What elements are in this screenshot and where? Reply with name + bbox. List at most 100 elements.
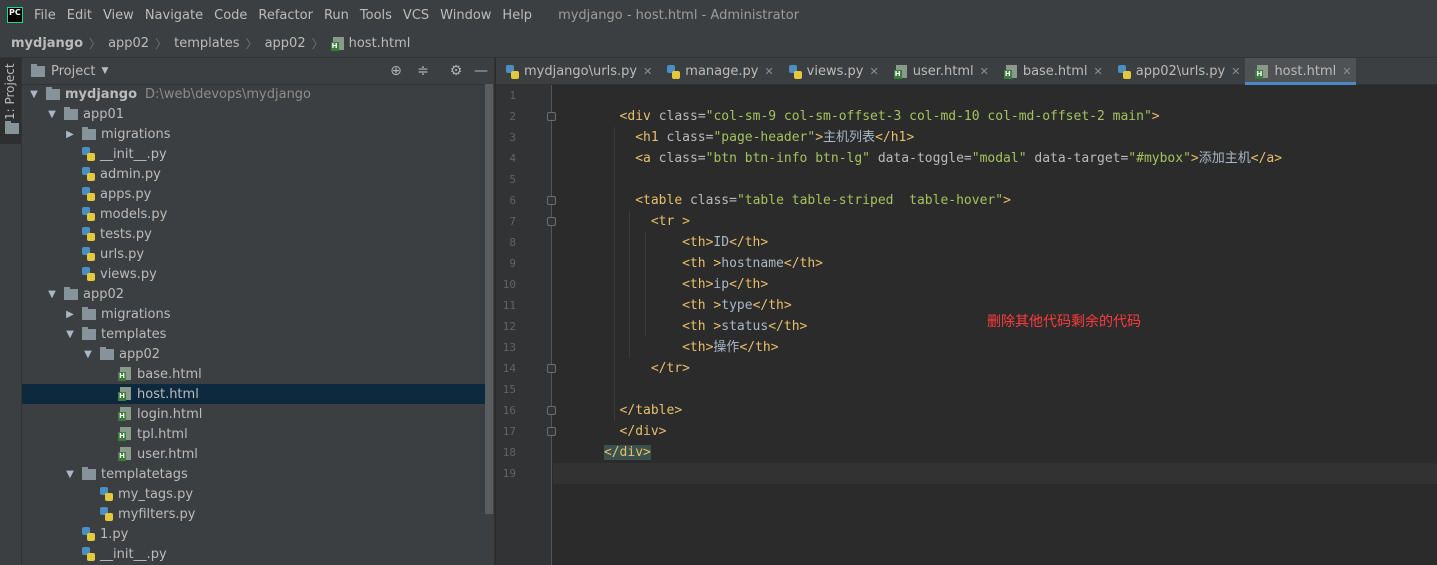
chevron-down-icon[interactable]: ▼: [28, 89, 40, 100]
code-line[interactable]: [553, 379, 1437, 400]
tree-item[interactable]: ▼ app02: [22, 344, 485, 364]
hide-panel-icon[interactable]: —: [473, 63, 489, 79]
gear-icon[interactable]: ⚙: [448, 63, 464, 79]
tree-item[interactable]: my_tags.py: [22, 484, 485, 504]
code-area[interactable]: </div> </div> </table> </tr> <th>操作</th> <th …: [553, 85, 1437, 565]
menu-code[interactable]: Code: [214, 8, 247, 23]
tree-item-label: templatetags: [101, 466, 188, 482]
code-line[interactable]: </table>: [553, 400, 1437, 421]
code-editor[interactable]: 1 2 3 4 5 6 7 8 9 10 11 12 13 14 15 16 17 18 19 </div> </di…: [496, 85, 1437, 565]
code-line[interactable]: </tr>: [553, 358, 1437, 379]
menu-edit[interactable]: Edit: [67, 8, 92, 23]
editor-tab[interactable]: host.html ✕: [1245, 58, 1357, 85]
menu-file[interactable]: File: [34, 8, 56, 23]
locate-file-icon[interactable]: ⊕: [388, 63, 404, 79]
editor-tab[interactable]: base.html ✕: [994, 58, 1108, 85]
tree-item[interactable]: urls.py: [22, 244, 485, 264]
fold-marker-icon[interactable]: [547, 217, 556, 226]
menu-window[interactable]: Window: [440, 8, 491, 23]
tree-item[interactable]: ▼ app02: [22, 284, 485, 304]
tree-item[interactable]: __init__.py: [22, 544, 485, 564]
code-line[interactable]: <tr >: [553, 211, 1437, 232]
code-line[interactable]: <th>ip</th>: [553, 274, 1437, 295]
close-icon[interactable]: ✕: [869, 65, 878, 78]
project-tool-window-button[interactable]: 1: Project: [0, 58, 21, 144]
collapse-all-icon[interactable]: ≑: [415, 63, 431, 79]
tree-item[interactable]: models.py: [22, 204, 485, 224]
fold-marker-icon[interactable]: [547, 196, 556, 205]
python-file-icon: [506, 64, 519, 79]
tree-item[interactable]: host.html: [22, 384, 485, 404]
editor-tab[interactable]: manage.py ✕: [657, 58, 778, 85]
menu-refactor[interactable]: Refactor: [258, 8, 313, 23]
tree-item[interactable]: ▼ templatetags: [22, 464, 485, 484]
close-icon[interactable]: ✕: [1231, 65, 1240, 78]
fold-marker-icon[interactable]: [547, 364, 556, 373]
tree-item[interactable]: base.html: [22, 364, 485, 384]
tree-item[interactable]: myfilters.py: [22, 504, 485, 524]
breadcrumb-item[interactable]: app02: [108, 36, 149, 51]
editor-tab[interactable]: app02\urls.py ✕: [1108, 58, 1246, 85]
project-view-selector[interactable]: Project: [51, 64, 95, 79]
menu-help[interactable]: Help: [502, 8, 532, 23]
chevron-down-icon[interactable]: ▼: [82, 349, 94, 360]
code-line[interactable]: [553, 169, 1437, 190]
code-line[interactable]: <table class="table table-striped table-…: [553, 190, 1437, 211]
tree-item[interactable]: ▶ migrations: [22, 304, 485, 324]
tree-item[interactable]: views.py: [22, 264, 485, 284]
code-line[interactable]: [553, 463, 1437, 484]
chevron-down-icon[interactable]: ▼: [64, 469, 76, 480]
breadcrumb-item[interactable]: host.html: [349, 36, 411, 51]
tree-item[interactable]: login.html: [22, 404, 485, 424]
tree-item[interactable]: user.html: [22, 444, 485, 464]
chevron-right-icon[interactable]: ▶: [64, 129, 76, 140]
tree-item[interactable]: ▶ migrations: [22, 124, 485, 144]
code-line[interactable]: <h1 class="page-header">主机列表</h1>: [553, 127, 1437, 148]
menu-navigate[interactable]: Navigate: [145, 8, 203, 23]
menu-vcs[interactable]: VCS: [403, 8, 429, 23]
menu-tools[interactable]: Tools: [360, 8, 392, 23]
breadcrumb-item[interactable]: mydjango: [11, 36, 83, 51]
breadcrumb-item[interactable]: templates: [174, 36, 239, 51]
chevron-right-icon[interactable]: ▶: [64, 309, 76, 320]
breadcrumb-item[interactable]: app02: [265, 36, 306, 51]
tree-item[interactable]: apps.py: [22, 184, 485, 204]
close-icon[interactable]: ✕: [1342, 65, 1351, 78]
close-icon[interactable]: ✕: [643, 65, 652, 78]
tree-item[interactable]: tests.py: [22, 224, 485, 244]
tree-item[interactable]: admin.py: [22, 164, 485, 184]
code-line[interactable]: [553, 85, 1437, 106]
code-line[interactable]: <a class="btn btn-info btn-lg" data-togg…: [553, 148, 1437, 169]
chevron-down-icon[interactable]: ▼: [101, 66, 108, 76]
code-line[interactable]: <th>操作</th>: [553, 337, 1437, 358]
tree-item[interactable]: ▼ mydjango D:\web\devops\mydjango: [22, 84, 485, 104]
tree-item[interactable]: ▼ app01: [22, 104, 485, 124]
tree-item[interactable]: __init__.py: [22, 144, 485, 164]
close-icon[interactable]: ✕: [1094, 65, 1103, 78]
menu-view[interactable]: View: [103, 8, 134, 23]
chevron-down-icon[interactable]: ▼: [46, 109, 58, 120]
tree-item[interactable]: tpl.html: [22, 424, 485, 444]
editor-tab[interactable]: user.html ✕: [884, 58, 994, 85]
fold-marker-icon[interactable]: [547, 406, 556, 415]
close-icon[interactable]: ✕: [980, 65, 989, 78]
editor-tab[interactable]: mydjango\urls.py ✕: [496, 58, 657, 85]
menu-run[interactable]: Run: [324, 8, 349, 23]
project-path: D:\web\devops\mydjango: [145, 86, 312, 102]
code-line[interactable]: <div class="col-sm-9 col-sm-offset-3 col…: [553, 106, 1437, 127]
pycharm-logo-icon: PC: [7, 7, 23, 23]
code-line[interactable]: <th>ID</th>: [553, 232, 1437, 253]
fold-marker-icon[interactable]: [547, 427, 556, 436]
chevron-down-icon[interactable]: ▼: [64, 329, 76, 340]
tool-window-strip: 1: Project: [0, 58, 22, 565]
code-line[interactable]: </div>: [553, 421, 1437, 442]
code-line[interactable]: </div>: [553, 442, 1437, 463]
fold-marker-icon[interactable]: [547, 112, 556, 121]
chevron-down-icon[interactable]: ▼: [46, 289, 58, 300]
tree-item[interactable]: 1.py: [22, 524, 485, 544]
close-icon[interactable]: ✕: [764, 65, 773, 78]
tree-item[interactable]: ▼ templates: [22, 324, 485, 344]
code-line[interactable]: <th >hostname</th>: [553, 253, 1437, 274]
editor-tab[interactable]: views.py ✕: [779, 58, 884, 85]
project-tree-scrollbar[interactable]: [485, 84, 493, 514]
